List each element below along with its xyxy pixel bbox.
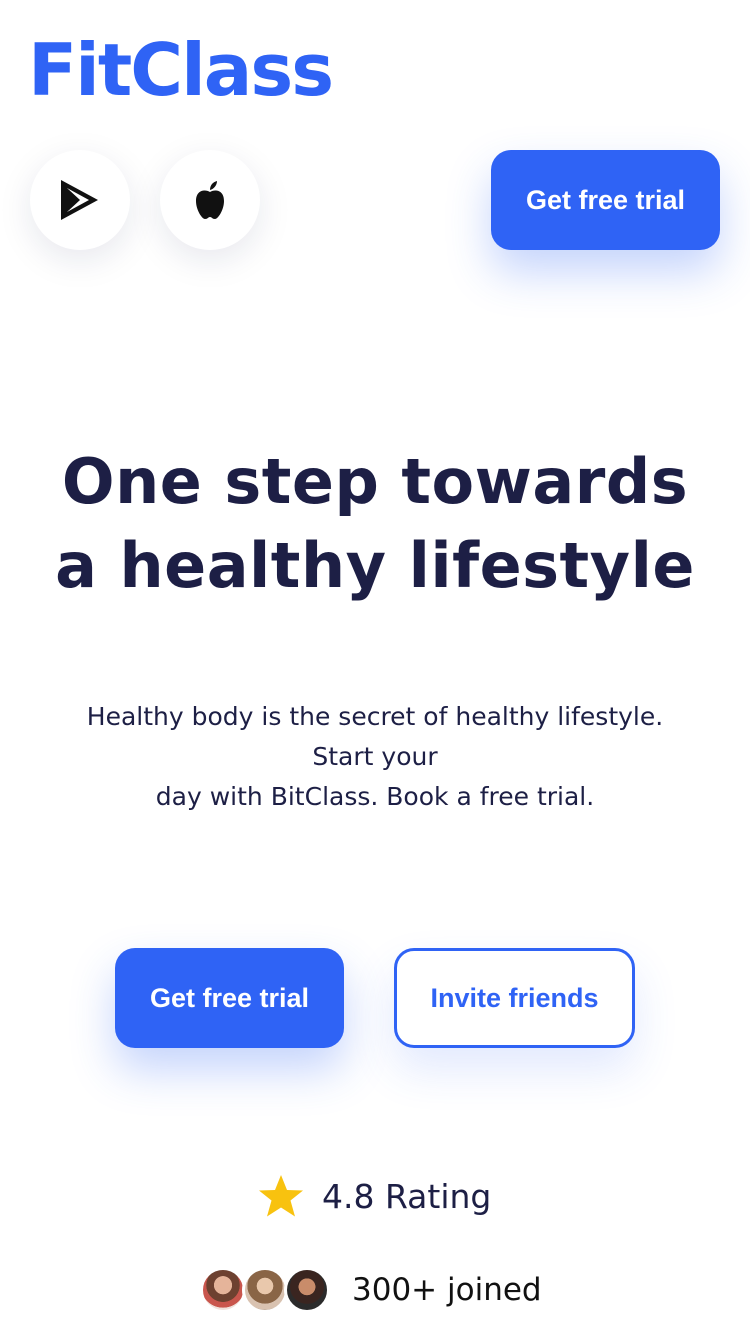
- subtext-line: Healthy body is the secret of healthy li…: [86, 702, 664, 731]
- hero-subtext: Healthy body is the secret of healthy li…: [0, 697, 750, 817]
- header-get-free-trial-button[interactable]: Get free trial: [491, 150, 720, 250]
- star-icon: [259, 1175, 303, 1217]
- subtext-line: Start your: [312, 742, 438, 771]
- user-avatar: [200, 1267, 246, 1313]
- joined-count: 300+ joined: [200, 1266, 542, 1314]
- subtext-line: day with BitClass. Book a free trial.: [155, 782, 595, 811]
- headline-line: One step towards: [61, 445, 689, 518]
- rating-text: 4.8 Rating: [322, 1176, 492, 1216]
- invite-friends-button[interactable]: Invite friends: [394, 948, 635, 1048]
- headline-line: a healthy lifestyle: [55, 529, 695, 602]
- google-play-icon: [61, 180, 98, 220]
- joined-text: 300+ joined: [352, 1272, 542, 1308]
- hero-headline: One step towards a healthy lifestyle: [0, 440, 750, 608]
- hero-get-free-trial-button[interactable]: Get free trial: [115, 948, 344, 1048]
- app-store-button[interactable]: [160, 150, 260, 250]
- user-avatar: [242, 1267, 288, 1313]
- apple-icon: [196, 181, 224, 219]
- rating: 4.8 Rating: [258, 1166, 491, 1226]
- fitclass-logo[interactable]: FitClass: [28, 30, 334, 110]
- avatar-group: [200, 1267, 330, 1313]
- google-play-button[interactable]: [30, 150, 130, 250]
- user-avatar: [284, 1267, 330, 1313]
